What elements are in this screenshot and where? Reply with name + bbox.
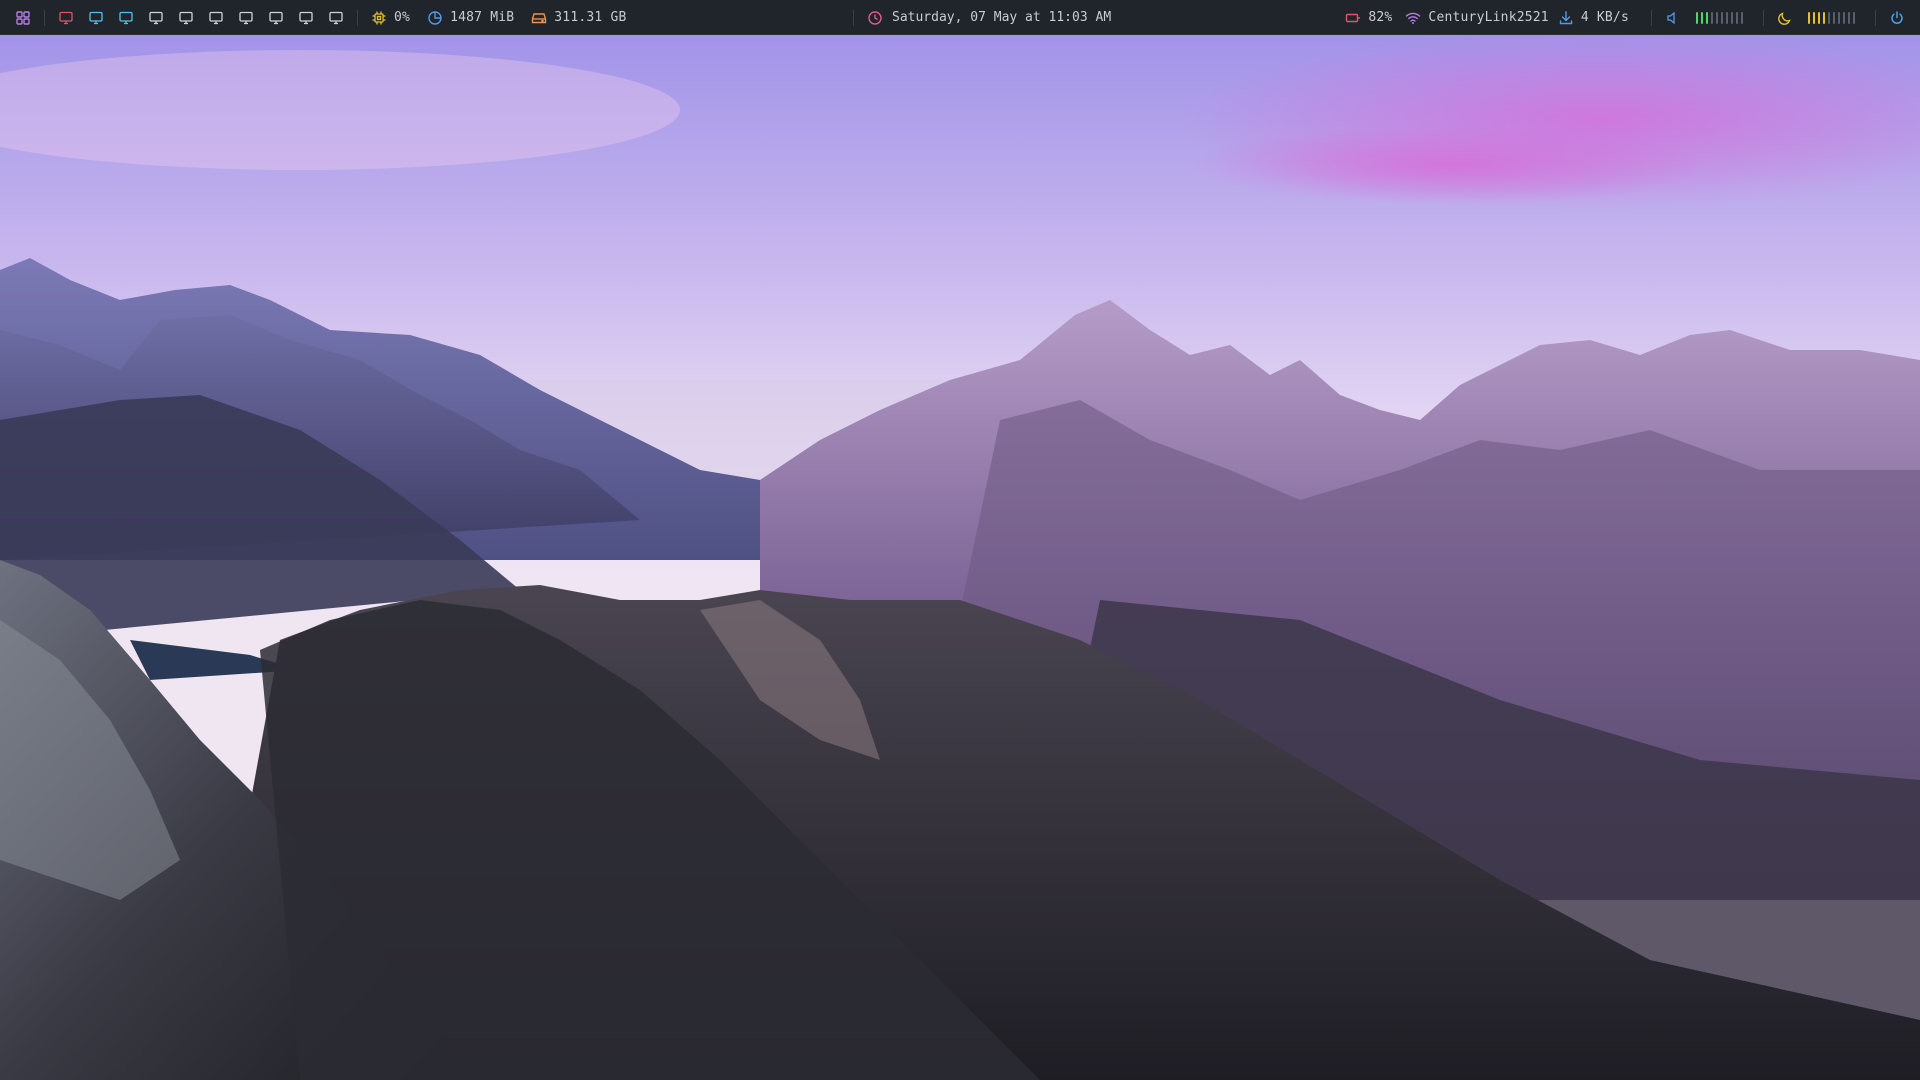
volume-level-bar [1736, 11, 1738, 24]
moon-icon [1776, 9, 1794, 27]
cpu-usage-value: 0% [394, 10, 411, 25]
workspace-4-monitor-icon[interactable] [147, 9, 165, 27]
workspace-7-monitor-icon[interactable] [237, 9, 255, 27]
brightness-level-bar [1833, 11, 1835, 24]
desktop: 0% 1487 MiB 311.31 GB Saturday, 07 May a… [0, 0, 1920, 1080]
divider [357, 9, 358, 26]
workspace-switcher [57, 9, 345, 27]
workspace-8-monitor-icon[interactable] [267, 9, 285, 27]
volume-level-bar [1711, 11, 1713, 24]
wifi-icon [1404, 9, 1422, 27]
clock-text: Saturday, 07 May at 11:03 AM [892, 10, 1112, 25]
clock-icon [866, 9, 884, 27]
bar-left-section: 0% 1487 MiB 311.31 GB [0, 0, 643, 35]
brightness-level-bar [1818, 11, 1820, 24]
brightness-level-bar [1838, 11, 1840, 24]
cpu-usage: 0% [370, 9, 410, 27]
divider [853, 9, 854, 26]
brightness-level-bar [1843, 11, 1845, 24]
divider [1651, 9, 1652, 26]
network-speed: 4 KB/s [1557, 9, 1629, 27]
top-bar: 0% 1487 MiB 311.31 GB Saturday, 07 May a… [0, 0, 1920, 35]
brightness-level-bar [1828, 11, 1830, 24]
desktop-wallpaper [0, 0, 1920, 1080]
workspace-1-monitor-icon[interactable] [57, 9, 75, 27]
volume-control[interactable] [1664, 9, 1743, 27]
pie-chart-icon [426, 9, 444, 27]
workspace-5-monitor-icon[interactable] [177, 9, 195, 27]
volume-level-bar [1726, 11, 1728, 24]
wifi-ssid: CenturyLink2521 [1428, 10, 1549, 25]
volume-level-bar [1731, 11, 1733, 24]
workspace-10-monitor-icon[interactable] [327, 9, 345, 27]
memory-usage-value: 1487 MiB [450, 10, 515, 25]
apps-grid-icon[interactable] [14, 9, 32, 27]
battery-percent: 82% [1368, 10, 1393, 25]
bar-right-section: 82% CenturyLink2521 4 KB/s [1344, 0, 1920, 35]
volume-level-bar [1716, 11, 1718, 24]
bar-center-section: Saturday, 07 May at 11:03 AM [841, 0, 1111, 35]
brightness-level-meter[interactable] [1808, 11, 1855, 24]
power-icon[interactable] [1888, 9, 1906, 27]
workspace-6-monitor-icon[interactable] [207, 9, 225, 27]
wifi-status[interactable]: CenturyLink2521 [1404, 9, 1549, 27]
brightness-level-bar [1848, 11, 1850, 24]
divider [1763, 9, 1764, 26]
volume-level-bar [1721, 11, 1723, 24]
brightness-level-bar [1853, 11, 1855, 24]
disk-usage: 311.31 GB [530, 9, 626, 27]
memory-usage: 1487 MiB [426, 9, 514, 27]
battery-icon [1344, 9, 1362, 27]
volume-level-bar [1696, 11, 1698, 24]
brightness-level-bar [1808, 11, 1810, 24]
divider [44, 9, 45, 26]
volume-level-bar [1706, 11, 1708, 24]
hard-drive-icon [530, 9, 548, 27]
workspace-3-monitor-icon[interactable] [117, 9, 135, 27]
brightness-level-bar [1823, 11, 1825, 24]
battery-status[interactable]: 82% [1344, 9, 1392, 27]
download-icon [1557, 9, 1575, 27]
speaker-icon [1664, 9, 1682, 27]
cpu-chip-icon [370, 9, 388, 27]
volume-level-bar [1701, 11, 1703, 24]
clock[interactable]: Saturday, 07 May at 11:03 AM [866, 9, 1111, 27]
volume-level-meter[interactable] [1696, 11, 1743, 24]
brightness-level-bar [1813, 11, 1815, 24]
divider [1875, 9, 1876, 26]
network-speed-value: 4 KB/s [1580, 10, 1629, 25]
workspace-2-monitor-icon[interactable] [87, 9, 105, 27]
volume-level-bar [1741, 11, 1743, 24]
brightness-control[interactable] [1776, 9, 1855, 27]
disk-usage-value: 311.31 GB [554, 10, 627, 25]
workspace-9-monitor-icon[interactable] [297, 9, 315, 27]
